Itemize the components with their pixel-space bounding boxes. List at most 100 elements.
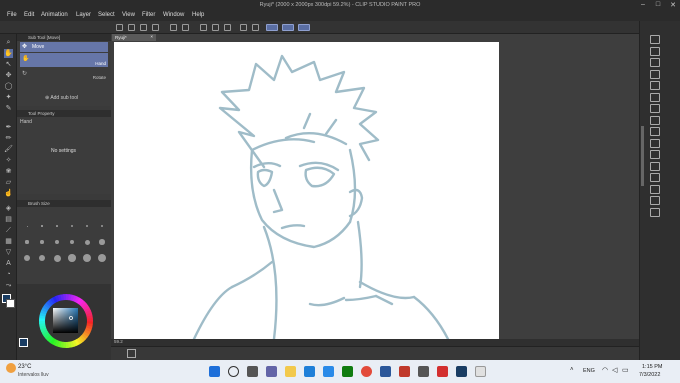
task-view-icon[interactable] (247, 366, 258, 377)
brush-tool-icon[interactable]: 🖌 (4, 145, 13, 154)
search-icon[interactable] (228, 366, 239, 377)
layer-command-icon[interactable] (650, 207, 660, 217)
brush-size-option[interactable] (55, 240, 59, 244)
close-tab-icon[interactable]: × (150, 34, 153, 39)
layer-command-icon[interactable] (650, 81, 660, 90)
app-l-icon[interactable] (323, 366, 334, 377)
selection-tool-icon[interactable]: ◯ (4, 82, 13, 91)
pen-tool-icon[interactable]: ✒ (4, 123, 13, 132)
balloon-tool-icon[interactable]: ◔ (4, 270, 13, 279)
snap-special-ruler-icon[interactable] (282, 24, 294, 31)
brush-size-option[interactable] (40, 240, 44, 244)
windows-start-icon[interactable] (209, 366, 220, 377)
eraser-tool-icon[interactable]: ▱ (4, 178, 13, 187)
menu-edit[interactable]: Edit (24, 12, 34, 18)
maximize-button[interactable]: □ (651, 1, 665, 8)
volume-icon[interactable]: ◁ (612, 366, 617, 374)
subtool-hand[interactable]: ✋ Hand (20, 53, 108, 67)
deselect-icon[interactable] (240, 24, 247, 31)
transform-icon[interactable] (224, 24, 231, 31)
navigator-icon[interactable] (127, 349, 136, 358)
undo-icon[interactable] (170, 24, 177, 31)
layer-command-icon[interactable] (650, 184, 660, 194)
brush-size-option[interactable] (99, 239, 105, 245)
menu-window[interactable]: Window (163, 12, 184, 18)
canvas-tab[interactable]: Ryuji* × (112, 34, 156, 41)
edge-icon[interactable] (304, 366, 315, 377)
auto-select-tool-icon[interactable]: ✦ (4, 93, 13, 102)
clock-time[interactable]: 1:15 PM (642, 364, 662, 370)
frame-tool-icon[interactable]: ▦ (4, 237, 13, 246)
layer-command-icon[interactable] (650, 115, 660, 125)
new-file-icon[interactable] (116, 24, 123, 31)
brush-size-option[interactable] (53, 254, 61, 262)
brush-size-option[interactable] (26, 225, 28, 227)
brush-size-option[interactable] (68, 254, 76, 262)
brush-size-option[interactable] (25, 240, 29, 244)
correct-line-tool-icon[interactable]: ⤳ (4, 281, 13, 290)
close-button[interactable]: ✕ (666, 1, 680, 9)
layer-command-icon[interactable] (650, 46, 660, 56)
battery-icon[interactable]: ▭ (622, 366, 629, 374)
clock-date[interactable]: 7/3/2022 (639, 372, 660, 378)
menu-animation[interactable]: Animation (41, 12, 68, 18)
add-subtool-button[interactable]: ⊕ Add sub tool (45, 95, 78, 101)
language-indicator[interactable]: ENG (583, 368, 595, 374)
app-red-icon[interactable] (437, 366, 448, 377)
airbrush-tool-icon[interactable]: ✧ (4, 156, 13, 165)
brush-size-option[interactable] (24, 255, 30, 261)
operation-tool-icon[interactable]: ↖ (4, 60, 13, 69)
xbox-icon[interactable] (342, 366, 353, 377)
move-layer-tool-icon[interactable]: ✥ (4, 71, 13, 80)
minimize-button[interactable]: – (636, 1, 650, 8)
brush-size-option[interactable] (84, 239, 90, 245)
menu-filter[interactable]: Filter (142, 12, 155, 18)
zoom-tool-icon[interactable]: ⌕ (4, 38, 13, 47)
menu-layer[interactable]: Layer (76, 12, 91, 18)
snap-ruler-icon[interactable] (266, 24, 278, 31)
eyedropper-tool-icon[interactable]: ✎ (4, 104, 13, 113)
layer-command-icon[interactable] (650, 104, 660, 113)
menu-view[interactable]: View (122, 12, 135, 18)
layer-command-icon[interactable] (650, 150, 660, 159)
current-color-swatch[interactable] (19, 338, 28, 347)
layer-command-icon[interactable] (650, 92, 660, 102)
opera-icon[interactable] (399, 366, 410, 377)
blend-tool-icon[interactable]: ☝ (4, 189, 13, 198)
file-explorer-icon[interactable] (285, 366, 296, 377)
menu-help[interactable]: Help (192, 12, 204, 18)
wifi-icon[interactable]: ◠ (602, 366, 608, 374)
export-icon[interactable] (152, 24, 159, 31)
menu-select[interactable]: Select (98, 12, 115, 18)
brush-size-option[interactable] (56, 225, 58, 227)
brush-size-option[interactable] (83, 254, 91, 262)
color-wheel[interactable] (17, 284, 111, 360)
brush-size-option[interactable] (100, 224, 104, 228)
layer-command-icon[interactable] (650, 58, 660, 67)
brush-size-option[interactable] (97, 253, 107, 263)
right-scrollbar[interactable] (641, 126, 644, 186)
subtool-rotate[interactable]: ↻ Rotate (20, 68, 108, 81)
layer-command-icon[interactable] (650, 196, 660, 205)
fill-icon[interactable] (212, 24, 219, 31)
menu-file[interactable]: File (7, 12, 17, 18)
brush-size-option[interactable] (69, 239, 75, 245)
teams-icon[interactable] (266, 366, 277, 377)
chevron-up-icon[interactable]: ˄ (570, 367, 574, 373)
gradient-tool-icon[interactable]: ▤ (4, 215, 13, 224)
text-tool-icon[interactable]: A (4, 259, 13, 268)
drawing-canvas[interactable] (114, 42, 499, 339)
pencil-tool-icon[interactable]: ✏ (4, 134, 13, 143)
clip-studio-icon[interactable] (456, 366, 467, 377)
chrome-icon[interactable] (361, 366, 372, 377)
figure-tool-icon[interactable]: ⟋ (4, 226, 13, 235)
invert-selection-icon[interactable] (252, 24, 259, 31)
word-icon[interactable] (380, 366, 391, 377)
app-gray-icon[interactable] (475, 366, 486, 377)
brush-size-option[interactable] (85, 224, 89, 228)
fill-tool-icon[interactable]: ◈ (4, 204, 13, 213)
move-tool-icon[interactable]: ✋ (4, 49, 13, 58)
snap-grid-icon[interactable] (298, 24, 310, 31)
layer-command-icon[interactable] (650, 127, 660, 136)
redo-icon[interactable] (182, 24, 189, 31)
